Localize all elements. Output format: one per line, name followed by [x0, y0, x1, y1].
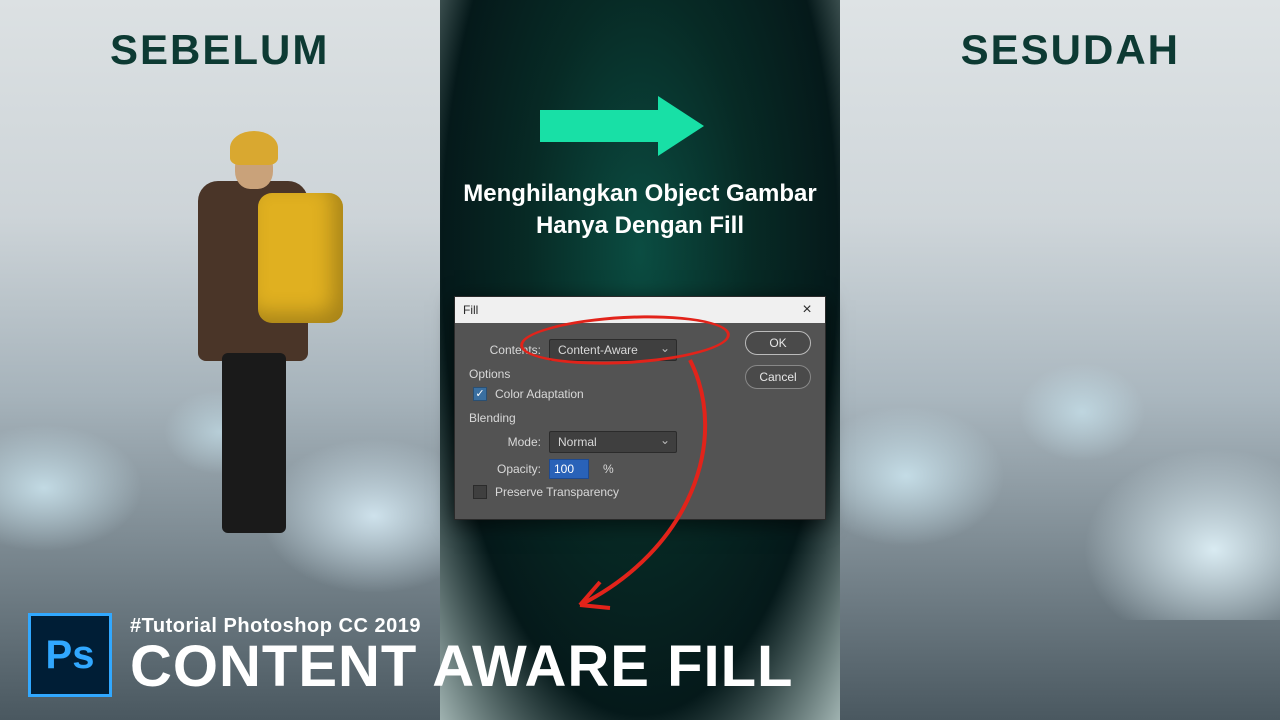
mode-label: Mode:: [467, 435, 541, 449]
blending-label: Blending: [469, 411, 813, 425]
opacity-input[interactable]: 100: [549, 459, 589, 479]
bottom-banner: Ps #Tutorial Photoshop CC 2019 CONTENT A…: [0, 590, 1280, 720]
person-figure: [180, 115, 330, 535]
contents-value: Content-Aware: [558, 343, 638, 357]
color-adaptation-checkbox[interactable]: ✓ Color Adaptation: [473, 387, 584, 401]
dialog-body: OK Cancel Contents: Content-Aware Option…: [455, 323, 825, 519]
mode-select[interactable]: Normal: [549, 431, 677, 453]
arrow-icon: [540, 96, 720, 156]
opacity-label: Opacity:: [467, 462, 541, 476]
after-label: SESUDAH: [961, 26, 1180, 74]
center-description: Menghilangkan Object Gambar Hanya Dengan…: [460, 178, 820, 243]
ice-right: [840, 300, 1280, 620]
contents-select[interactable]: Content-Aware: [549, 339, 677, 361]
close-icon[interactable]: ×: [797, 301, 817, 319]
opacity-unit: %: [603, 462, 614, 476]
ok-button[interactable]: OK: [745, 331, 811, 355]
checkbox-icon: ✓: [473, 485, 487, 499]
dialog-titlebar[interactable]: Fill ×: [455, 297, 825, 323]
main-title: CONTENT AWARE FILL: [130, 638, 793, 696]
dialog-title: Fill: [463, 303, 478, 317]
before-label: SEBELUM: [110, 26, 329, 74]
photoshop-logo: Ps: [28, 613, 112, 697]
cancel-button[interactable]: Cancel: [745, 365, 811, 389]
contents-label: Contents:: [467, 343, 541, 357]
preserve-transparency-checkbox[interactable]: ✓ Preserve Transparency: [473, 485, 619, 499]
preserve-label: Preserve Transparency: [495, 485, 619, 499]
mode-value: Normal: [558, 435, 597, 449]
checkbox-icon: ✓: [473, 387, 487, 401]
color-adaptation-label: Color Adaptation: [495, 387, 584, 401]
fill-dialog: Fill × OK Cancel Contents: Content-Aware…: [454, 296, 826, 520]
